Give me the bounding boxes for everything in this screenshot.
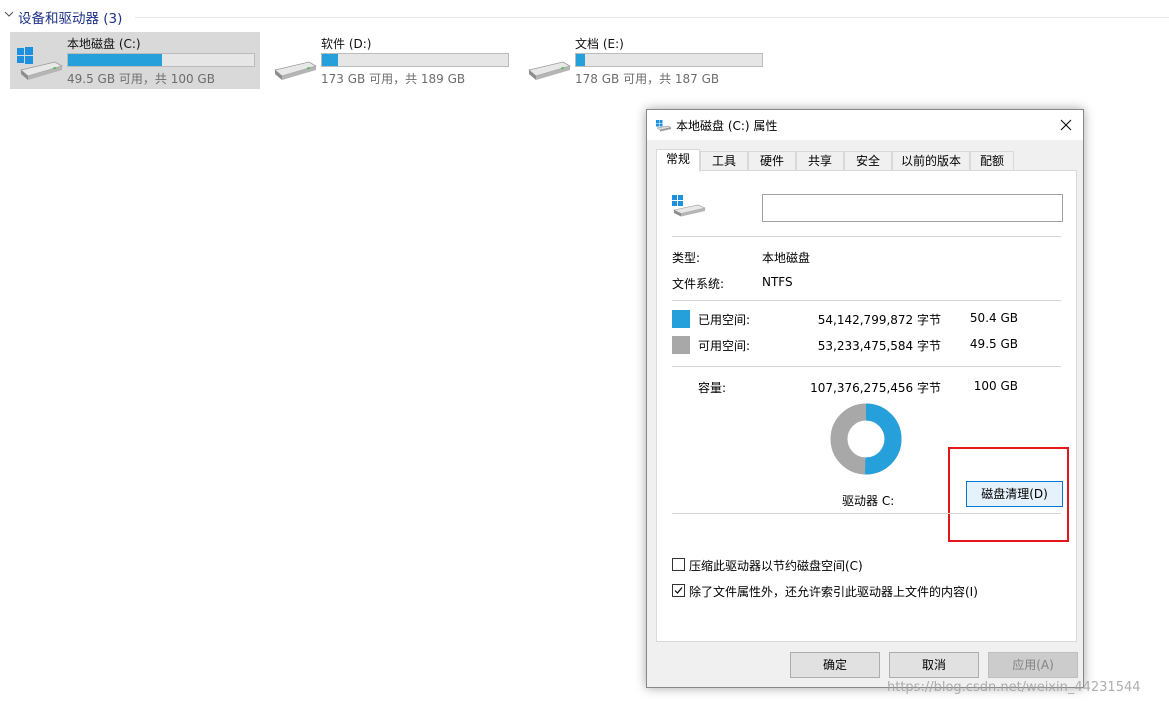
index-checkbox[interactable]: [672, 584, 685, 597]
dialog-title: 本地磁盘 (C:) 属性: [676, 119, 778, 133]
usage-donut-chart: [830, 403, 902, 475]
compress-checkbox[interactable]: [672, 558, 685, 571]
free-space-bytes: 53,233,475,584 字节: [817, 339, 941, 353]
chevron-down-icon[interactable]: [3, 8, 15, 20]
group-divider: [135, 17, 1169, 18]
general-panel: 类型: 本地磁盘 文件系统: NTFS 已用空间: 54,142,799,872…: [656, 170, 1077, 642]
free-space-size: 49.5 GB: [969, 337, 1018, 351]
drive-icon: [274, 61, 317, 80]
filesystem-value: NTFS: [762, 275, 793, 289]
capacity-size: 100 GB: [973, 379, 1018, 393]
cancel-button[interactable]: 取消: [889, 652, 979, 678]
watermark-text: https://blog.csdn.net/weixin_44231544: [887, 680, 1141, 695]
drive-tile-e[interactable]: 文档 (E:) 178 GB 可用，共 187 GB: [518, 32, 768, 89]
free-space-label: 可用空间:: [698, 339, 751, 353]
type-label: 类型:: [672, 251, 701, 265]
windows-drive-icon: [656, 120, 671, 132]
drive-usage-fill: [576, 54, 586, 66]
divider: [672, 300, 1061, 301]
tab-tools[interactable]: 工具: [700, 151, 748, 171]
drive-free-space: 49.5 GB 可用，共 100 GB: [67, 72, 215, 86]
drive-usage-fill: [322, 54, 338, 66]
used-space-label: 已用空间:: [698, 313, 751, 327]
windows-drive-icon: [17, 47, 63, 80]
drive-free-space: 173 GB 可用，共 189 GB: [321, 72, 466, 86]
used-space-size: 50.4 GB: [969, 311, 1018, 325]
drive-icon: [528, 61, 571, 80]
close-icon: [1060, 119, 1072, 131]
free-space-swatch: [672, 336, 690, 354]
drive-name: 本地磁盘 (C:): [67, 37, 141, 51]
drive-usage-bar: [575, 53, 763, 67]
divider: [672, 513, 1061, 514]
drive-usage-bar: [321, 53, 509, 67]
drive-free-space: 178 GB 可用，共 187 GB: [575, 72, 720, 86]
type-value: 本地磁盘: [762, 251, 811, 265]
used-space-bytes: 54,142,799,872 字节: [817, 313, 941, 327]
properties-dialog: 本地磁盘 (C:) 属性 常规 工具 硬件 共享 安全 以前的版本 配额 类型:…: [646, 109, 1084, 688]
divider: [672, 236, 1061, 237]
drive-letter-label: 驱动器 C:: [842, 494, 895, 508]
dialog-titlebar[interactable]: 本地磁盘 (C:) 属性: [647, 110, 1083, 140]
used-space-swatch: [672, 310, 690, 328]
group-title: 设备和驱动器 (3): [18, 11, 123, 27]
volume-name-input[interactable]: [762, 194, 1063, 222]
divider: [672, 366, 1061, 367]
devices-group-header[interactable]: 设备和驱动器 (3): [3, 7, 1169, 27]
tab-previous-versions[interactable]: 以前的版本: [892, 151, 970, 171]
tab-hardware[interactable]: 硬件: [748, 151, 796, 171]
tab-general[interactable]: 常规: [656, 149, 700, 172]
tab-sharing[interactable]: 共享: [796, 151, 844, 171]
tab-quota[interactable]: 配额: [970, 151, 1014, 171]
drive-usage-bar: [67, 53, 255, 67]
drive-name: 文档 (E:): [575, 37, 624, 51]
apply-button[interactable]: 应用(A): [988, 652, 1078, 678]
close-button[interactable]: [1049, 110, 1083, 140]
tab-security[interactable]: 安全: [844, 151, 892, 171]
ok-button[interactable]: 确定: [790, 652, 880, 678]
drive-usage-fill: [68, 54, 162, 66]
filesystem-label: 文件系统:: [672, 277, 725, 291]
red-highlight-box: [948, 447, 1069, 542]
capacity-bytes: 107,376,275,456 字节: [810, 381, 941, 395]
drive-tile-d[interactable]: 软件 (D:) 173 GB 可用，共 189 GB: [264, 32, 514, 89]
windows-drive-icon: [672, 195, 706, 217]
drive-name: 软件 (D:): [321, 37, 372, 51]
capacity-label: 容量:: [698, 381, 727, 395]
drive-tile-c[interactable]: 本地磁盘 (C:) 49.5 GB 可用，共 100 GB: [10, 32, 260, 89]
index-label[interactable]: 除了文件属性外，还允许索引此驱动器上文件的内容(I): [689, 583, 978, 600]
compress-label[interactable]: 压缩此驱动器以节约磁盘空间(C): [689, 557, 863, 574]
